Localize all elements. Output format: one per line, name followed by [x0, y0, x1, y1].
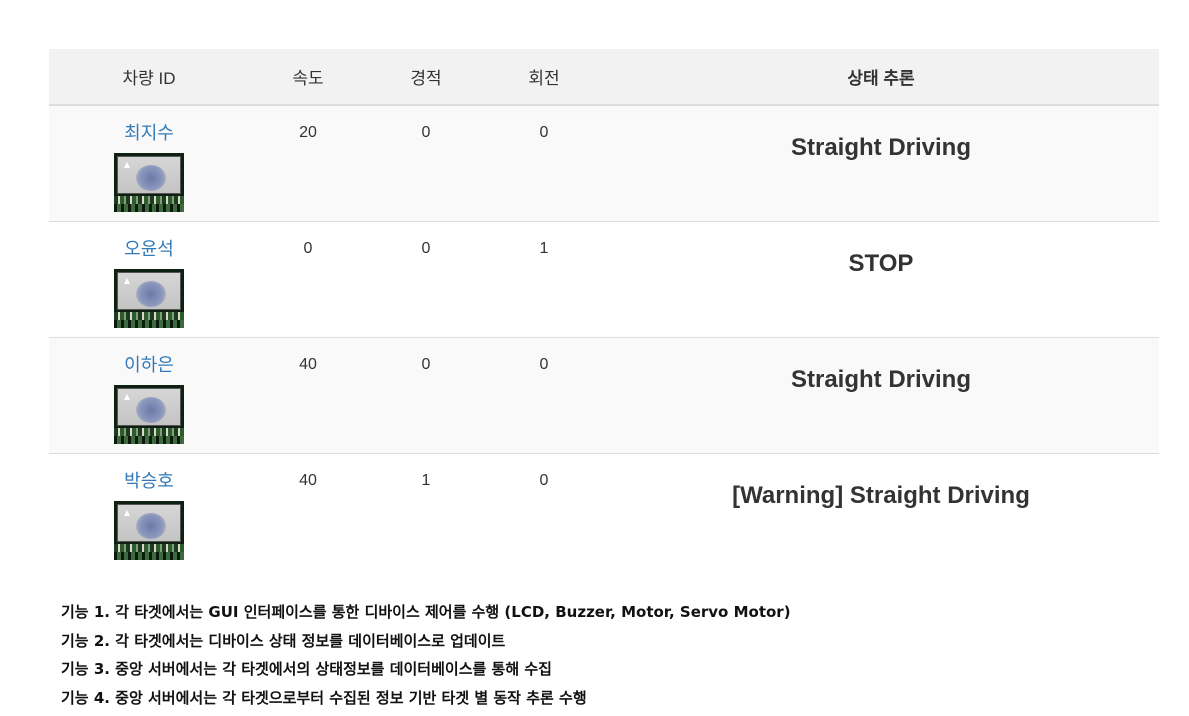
- table-row: 박승호 40 1 0 [Warning] Straight Driving: [49, 453, 1159, 569]
- table-row: 오윤석 0 0 1 STOP: [49, 221, 1159, 337]
- device-board-icon: [114, 268, 184, 328]
- feature-note: 기능 4. 중앙 서버에서는 각 타겟으로부터 수집된 정보 기반 타겟 별 동…: [61, 688, 587, 707]
- vehicle-link[interactable]: 박승호: [49, 470, 249, 492]
- speed-cell: 0: [303, 239, 313, 257]
- turn-cell: 0: [539, 355, 549, 373]
- table-header: 차량 ID 속도 경적 회전 상태 추론: [49, 49, 1159, 106]
- vehicle-link[interactable]: 이하은: [49, 354, 249, 376]
- vehicle-status-table: 차량 ID 속도 경적 회전 상태 추론 최지수 20 0 0 Straight…: [49, 49, 1159, 569]
- header-turn: 회전: [485, 49, 603, 106]
- device-board-icon: [114, 153, 184, 212]
- horn-cell: 1: [421, 471, 431, 489]
- vehicle-status-table-container: 차량 ID 속도 경적 회전 상태 추론 최지수 20 0 0 Straight…: [49, 49, 1159, 569]
- horn-cell: 0: [421, 239, 431, 257]
- speed-cell: 20: [299, 124, 317, 141]
- table-header-row: 차량 ID 속도 경적 회전 상태 추론: [49, 49, 1159, 106]
- horn-cell: 0: [421, 355, 431, 373]
- header-state-inference: 상태 추론: [603, 49, 1159, 106]
- device-board-icon: [114, 500, 184, 560]
- turn-cell: 1: [539, 239, 549, 257]
- state-cell: Straight Driving: [603, 105, 1159, 221]
- horn-cell: 0: [421, 124, 431, 141]
- feature-note: 기능 3. 중앙 서버에서는 각 타겟에서의 상태정보를 데이터베이스를 통해 …: [61, 660, 552, 678]
- state-text: [Warning] Straight Driving: [732, 481, 1030, 509]
- vehicle-cell: 박승호: [49, 453, 249, 569]
- vehicle-link[interactable]: 최지수: [49, 122, 249, 144]
- state-text: Straight Driving: [790, 134, 971, 161]
- state-cell: STOP: [603, 221, 1159, 337]
- header-vehicle-id: 차량 ID: [49, 49, 249, 106]
- state-cell: Straight Driving: [603, 337, 1159, 453]
- state-text: STOP: [848, 249, 914, 277]
- state-text: Straight Driving: [790, 365, 971, 393]
- turn-cell: 0: [539, 124, 549, 141]
- table-body: 최지수 20 0 0 Straight Driving 오윤석 0 0 1 ST…: [49, 105, 1159, 569]
- header-horn: 경적: [367, 49, 485, 106]
- vehicle-link[interactable]: 오윤석: [49, 238, 249, 260]
- vehicle-cell: 이하은: [49, 337, 249, 453]
- speed-cell: 40: [299, 355, 317, 373]
- header-speed: 속도: [249, 49, 367, 106]
- vehicle-cell: 오윤석: [49, 221, 249, 337]
- feature-notes: 기능 1. 각 타겟에서는 GUI 인터페이스를 통한 디바이스 제어를 수행 …: [61, 598, 791, 712]
- table-row: 최지수 20 0 0 Straight Driving: [49, 105, 1159, 221]
- table-row: 이하은 40 0 0 Straight Driving: [49, 337, 1159, 453]
- device-board-icon: [114, 384, 184, 444]
- feature-note: 기능 2. 각 타겟에서는 디바이스 상태 정보를 데이터베이스로 업데이트: [61, 631, 506, 650]
- state-cell: [Warning] Straight Driving: [603, 453, 1159, 569]
- feature-note: 기능 1. 각 타겟에서는 GUI 인터페이스를 통한 디바이스 제어를 수행 …: [61, 603, 791, 621]
- vehicle-cell: 최지수: [49, 105, 249, 221]
- speed-cell: 40: [299, 471, 317, 489]
- turn-cell: 0: [539, 471, 549, 489]
